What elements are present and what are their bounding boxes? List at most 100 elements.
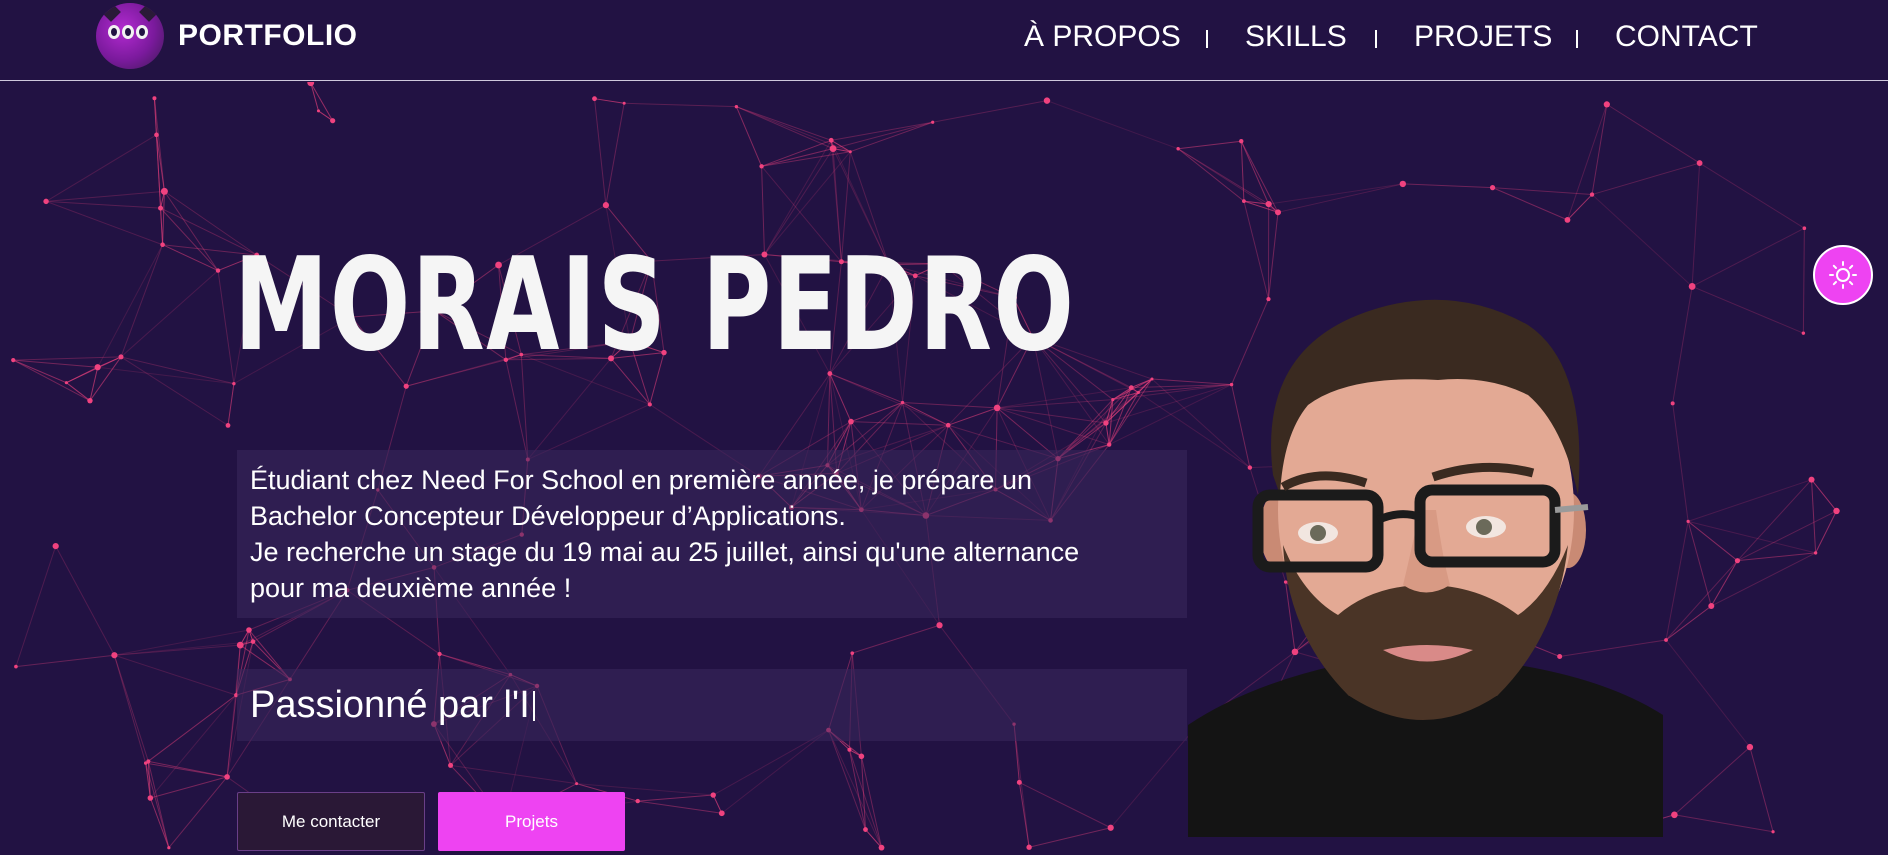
intro-panel: Étudiant chez Need For School en premièr…	[237, 450, 1187, 618]
particle-dot	[1688, 283, 1696, 290]
particle-dot	[1275, 209, 1282, 216]
contact-button[interactable]: Me contacter	[237, 792, 425, 851]
particle-link	[310, 82, 334, 121]
nav-link-skills[interactable]: SKILLS	[1245, 20, 1347, 54]
particle-link	[712, 794, 723, 814]
theme-toggle-button[interactable]	[1813, 245, 1873, 305]
particle-link	[15, 654, 115, 668]
particle-dot	[718, 810, 725, 817]
particle-dot	[848, 418, 854, 425]
particle-dot	[1708, 603, 1715, 610]
particle-dot	[828, 137, 834, 143]
particle-dot	[43, 198, 49, 205]
particle-dot	[246, 627, 252, 633]
particle-dot	[143, 761, 148, 765]
particle-link	[66, 382, 91, 402]
particle-dot	[87, 397, 93, 404]
particle-dot	[316, 109, 320, 113]
particle-dot	[167, 846, 171, 850]
particle-dot	[330, 118, 336, 124]
particle-dot	[111, 652, 118, 659]
typing-panel: Passionné par l'I	[237, 669, 1187, 741]
particle-link	[850, 402, 903, 423]
particle-dot	[858, 753, 865, 760]
sun-icon	[1829, 261, 1857, 289]
particle-dot	[225, 422, 231, 428]
particle-dot	[1242, 199, 1246, 204]
particle-dot	[1696, 160, 1703, 166]
particle-dot	[250, 639, 256, 644]
particle-link	[902, 402, 998, 409]
particle-link	[15, 545, 57, 667]
particle-link	[736, 106, 832, 141]
particle-dot	[850, 651, 855, 655]
particle-link	[114, 629, 250, 656]
particle-link	[1240, 140, 1270, 205]
particle-link	[97, 366, 234, 385]
particle-dot	[152, 96, 157, 101]
particle-dot	[1107, 824, 1114, 831]
particle-link	[120, 244, 164, 358]
particle-link	[120, 270, 219, 358]
particle-link	[1737, 552, 1816, 562]
particle-link	[1267, 212, 1279, 300]
particle-link	[1402, 183, 1493, 189]
particle-dot	[863, 827, 868, 832]
particle-link	[850, 421, 949, 426]
particle-link	[1057, 387, 1132, 460]
particle-link	[113, 655, 147, 764]
projects-button[interactable]: Projets	[438, 792, 625, 851]
particle-dot	[94, 364, 101, 371]
particle-link	[227, 383, 235, 426]
particle-dot	[160, 187, 168, 195]
particle-link	[831, 121, 933, 141]
particle-link	[13, 359, 98, 368]
particle-dot	[848, 150, 852, 154]
particle-dot	[1686, 519, 1690, 523]
particle-dot	[1802, 226, 1807, 231]
particle-dot	[602, 202, 610, 209]
particle-link	[1802, 228, 1805, 334]
typing-caret	[532, 691, 535, 721]
particle-link	[1178, 140, 1242, 150]
particle-dot	[1128, 385, 1134, 391]
particle-link	[1243, 201, 1269, 300]
particle-link	[66, 366, 98, 384]
intro-line: Bachelor Concepteur Développeur d’Applic…	[250, 501, 846, 531]
nav-divider	[1375, 30, 1377, 48]
particle-link	[12, 359, 91, 402]
particle-link	[1591, 104, 1608, 195]
particle-link	[637, 794, 714, 802]
particle-link	[149, 797, 170, 848]
particle-dot	[1671, 811, 1678, 819]
particle-link	[605, 103, 625, 206]
nav-link-projets[interactable]: PROJETS	[1414, 20, 1552, 54]
particle-dot	[147, 795, 154, 801]
particle-link	[1811, 479, 1837, 512]
particle-link	[1277, 183, 1403, 213]
particle-dot	[1603, 101, 1610, 108]
particle-dot	[878, 844, 885, 851]
particle-link	[996, 407, 1110, 446]
particle-link	[1177, 148, 1245, 202]
particle-link	[310, 82, 319, 112]
particle-link	[1699, 162, 1805, 229]
nav-link-contact[interactable]: CONTACT	[1615, 20, 1758, 54]
particle-link	[1674, 746, 1751, 816]
particle-link	[145, 762, 170, 848]
particle-link	[594, 98, 607, 206]
particle-link	[168, 776, 228, 849]
particle-dot	[215, 268, 221, 273]
particle-dot	[1589, 192, 1595, 197]
particle-link	[1665, 605, 1712, 641]
particle-link	[1028, 827, 1111, 848]
particle-dot	[635, 798, 640, 804]
particle-link	[1811, 479, 1817, 553]
particle-link	[1815, 510, 1837, 554]
particle-link	[114, 654, 237, 696]
particle-dot	[1399, 180, 1407, 188]
particle-dot	[1043, 97, 1051, 104]
profile-photo	[1188, 299, 1663, 837]
nav-link-a-propos[interactable]: À PROPOS	[1024, 20, 1181, 54]
particle-dot	[1106, 442, 1112, 447]
